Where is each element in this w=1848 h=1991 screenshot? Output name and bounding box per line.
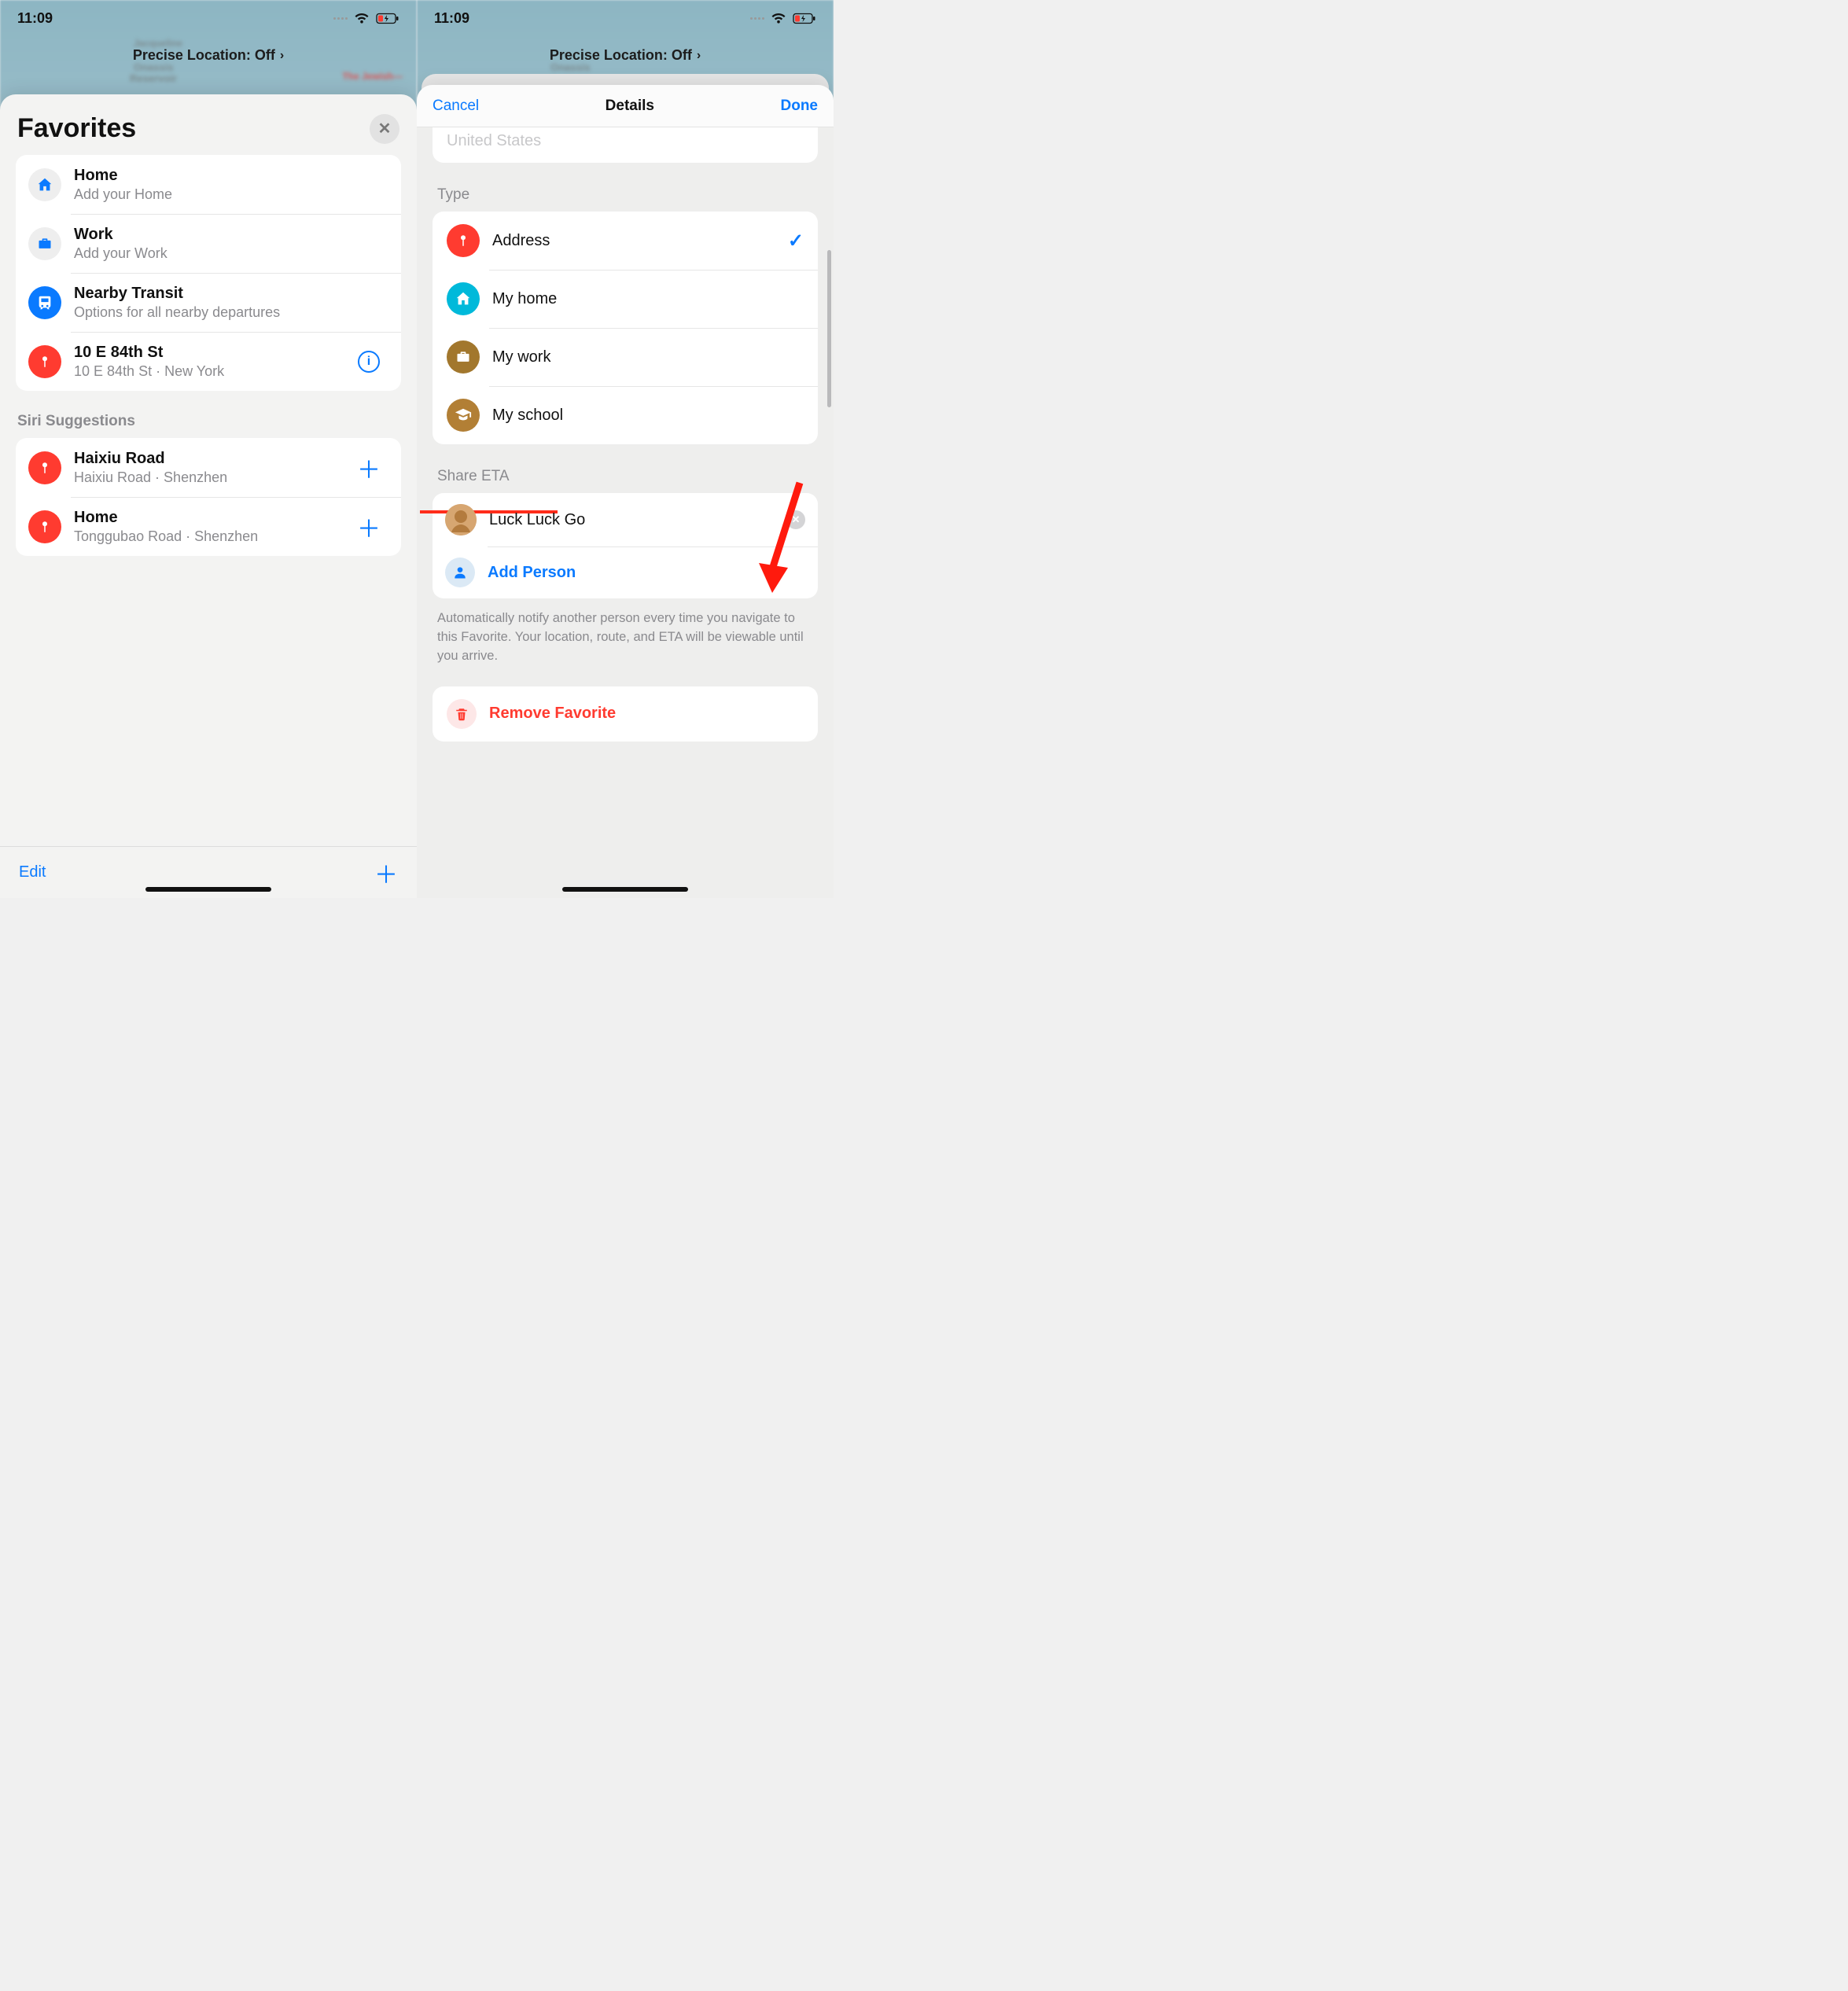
graduation-icon	[447, 399, 480, 432]
checkmark-icon: ✓	[788, 230, 804, 252]
row-subtitle: Add your Work	[74, 245, 388, 262]
row-title: 10 E 84th St	[74, 343, 337, 362]
row-title: Nearby Transit	[74, 284, 388, 303]
type-header: Type	[437, 186, 834, 204]
remove-favorite-button[interactable]: Remove Favorite	[433, 686, 818, 742]
address-card-clipped: United States	[433, 127, 818, 163]
type-label: My work	[492, 348, 804, 366]
chevron-right-icon: ›	[280, 49, 284, 63]
phone-right: Precise Location: Off › Onassis 11:09 Ca…	[417, 0, 834, 898]
battery-low-charging-icon	[793, 13, 816, 24]
transit-icon	[28, 286, 61, 319]
add-favorite-button[interactable]: ＋	[374, 856, 398, 890]
nav-bar: Cancel Details Done	[417, 85, 834, 127]
row-title: Haixiu Road	[74, 449, 337, 468]
row-subtitle: Options for all nearby departures	[74, 304, 388, 321]
wifi-icon	[354, 13, 370, 24]
page-title: Favorites	[17, 113, 136, 144]
person-icon	[445, 558, 475, 587]
suggestion-row[interactable]: Home Tonggubao Road · Shenzhen ＋	[16, 497, 401, 556]
briefcase-icon	[28, 227, 61, 260]
close-button[interactable]: ✕	[370, 114, 399, 144]
home-indicator[interactable]	[562, 887, 688, 892]
pin-icon	[28, 345, 61, 378]
favorite-row-transit[interactable]: Nearby Transit Options for all nearby de…	[16, 273, 401, 332]
status-time: 11:09	[17, 10, 53, 27]
home-icon	[447, 282, 480, 315]
favorites-card: Home Add your Home Work Add your Work	[16, 155, 401, 391]
type-option-home[interactable]: My home	[433, 270, 818, 328]
home-indicator[interactable]	[145, 887, 271, 892]
type-option-work[interactable]: My work	[433, 328, 818, 386]
share-eta-footer-note: Automatically notify another person ever…	[437, 609, 813, 666]
plus-icon: ＋	[357, 510, 381, 544]
cellular-icon	[333, 17, 348, 20]
siri-suggestions-card: Haixiu Road Haixiu Road · Shenzhen ＋ Hom…	[16, 438, 401, 556]
row-title: Home	[74, 166, 388, 185]
battery-low-charging-icon	[376, 13, 399, 24]
phone-left: Jacqueline Onassis Reservoir The Jewish—…	[0, 0, 417, 898]
favorite-row-address[interactable]: 10 E 84th St 10 E 84th St · New York i	[16, 332, 401, 391]
home-icon	[28, 168, 61, 201]
add-suggestion-button[interactable]: ＋	[349, 510, 388, 544]
precise-location-toggle[interactable]: Precise Location: Off ›	[0, 47, 417, 64]
cancel-button[interactable]: Cancel	[433, 98, 479, 115]
info-icon: i	[358, 351, 380, 373]
trash-icon	[447, 699, 477, 729]
remove-card: Remove Favorite	[433, 686, 818, 742]
type-label: My home	[492, 290, 804, 308]
cellular-icon	[750, 17, 764, 20]
pin-icon	[28, 510, 61, 543]
suggestion-row[interactable]: Haixiu Road Haixiu Road · Shenzhen ＋	[16, 438, 401, 497]
pin-icon	[28, 451, 61, 484]
info-button[interactable]: i	[349, 351, 388, 373]
row-subtitle: Add your Home	[74, 186, 388, 203]
details-title: Details	[606, 98, 654, 115]
type-option-school[interactable]: My school	[433, 386, 818, 444]
edit-button[interactable]: Edit	[19, 863, 46, 881]
status-bar: 11:09	[417, 0, 834, 36]
close-icon: ✕	[378, 119, 392, 138]
wifi-icon	[771, 13, 786, 24]
add-suggestion-button[interactable]: ＋	[349, 451, 388, 485]
type-label: My school	[492, 407, 804, 425]
done-button[interactable]: Done	[781, 98, 819, 115]
contact-avatar	[445, 504, 477, 535]
scrollbar[interactable]	[827, 250, 831, 407]
chevron-right-icon: ›	[697, 49, 701, 63]
precise-location-toggle[interactable]: Precise Location: Off ›	[417, 47, 834, 64]
briefcase-icon	[447, 340, 480, 374]
remove-label: Remove Favorite	[489, 705, 616, 723]
siri-suggestions-header: Siri Suggestions	[17, 413, 417, 430]
status-bar: 11:09	[0, 0, 417, 36]
pin-icon	[447, 224, 480, 257]
row-subtitle: Tonggubao Road · Shenzhen	[74, 528, 337, 545]
contact-name: Luck Luck Go	[489, 510, 774, 529]
plus-icon: ＋	[357, 451, 381, 485]
favorites-sheet: Favorites ✕ Home Add your Home	[0, 94, 417, 898]
row-title: Work	[74, 225, 388, 244]
type-option-address[interactable]: Address ✓	[433, 212, 818, 270]
status-time: 11:09	[434, 10, 469, 27]
type-label: Address	[492, 232, 775, 250]
type-card: Address ✓ My home My work My school	[433, 212, 818, 444]
row-subtitle: Haixiu Road · Shenzhen	[74, 469, 337, 486]
favorite-row-home[interactable]: Home Add your Home	[16, 155, 401, 214]
favorite-row-work[interactable]: Work Add your Work	[16, 214, 401, 273]
annotation-arrow	[757, 477, 819, 594]
row-subtitle: 10 E 84th St · New York	[74, 363, 337, 380]
row-title: Home	[74, 508, 337, 527]
